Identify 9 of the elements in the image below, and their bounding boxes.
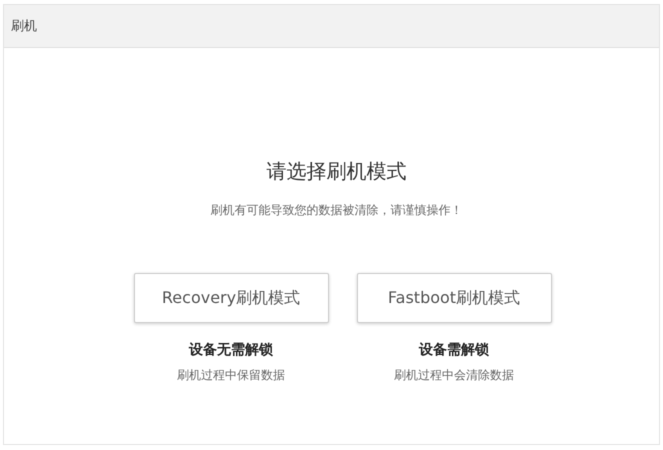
- mode-button[interactable]: Recovery刷机模式: [134, 273, 328, 323]
- window-title: 刷机: [11, 18, 37, 35]
- heading: 请选择刷机模式: [266, 158, 406, 185]
- mode-button[interactable]: Fastboot刷机模式: [356, 273, 552, 323]
- note-text: 刷机过程中保留数据: [177, 367, 285, 384]
- requirement-label: 设备无需解锁: [189, 341, 273, 359]
- note-text: 刷机过程中会清除数据: [394, 367, 514, 384]
- warning-text: 刷机有可能导致您的数据被清除，请谨慎操作！: [210, 202, 462, 219]
- requirement-label: 设备需解锁: [419, 341, 489, 359]
